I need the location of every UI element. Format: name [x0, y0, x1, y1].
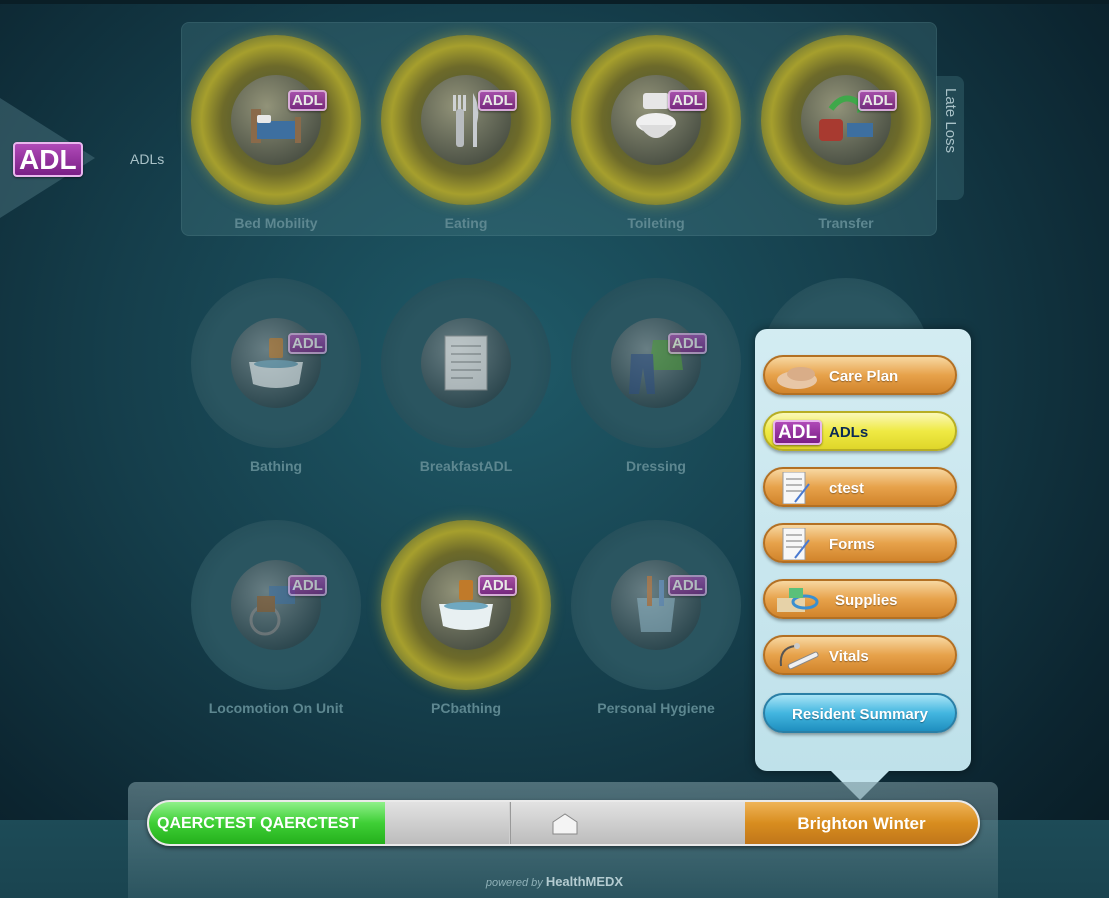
top-edge	[0, 0, 1109, 4]
thermometer-icon	[779, 643, 819, 670]
resident-name-button[interactable]: QAERCTEST QAERCTEST	[149, 802, 385, 844]
menu-supplies-button[interactable]: Supplies	[763, 579, 957, 619]
tile-label: Dressing	[626, 458, 686, 474]
menu-adls-button[interactable]: ADL ADLs	[763, 411, 957, 451]
form-icon	[782, 472, 810, 504]
tile-label: Toileting	[627, 215, 685, 231]
hands-icon	[777, 367, 817, 389]
tile-label: Bathing	[249, 458, 303, 474]
unit-name: Brighton Winter	[797, 814, 926, 833]
brand-logo-text: HealthMEDX	[545, 874, 624, 889]
supplies-icon	[777, 588, 819, 612]
tile-personal-hygiene[interactable]: ADL Personal Hygiene	[571, 520, 741, 720]
tile-transfer[interactable]: ADL Transfer	[761, 35, 931, 235]
tile-locomotion-on-unit[interactable]: ADL Locomotion On Unit	[191, 520, 361, 720]
tile-adl-badge: ADL	[478, 575, 517, 596]
home-button[interactable]	[510, 802, 618, 844]
resident-summary-button[interactable]: Resident Summary	[763, 693, 957, 733]
tile-adl-badge: ADL	[288, 333, 327, 354]
tile-adl-badge: ADL	[478, 90, 517, 111]
resident-name: QAERCTEST QAERCTEST	[157, 815, 359, 832]
home-icon	[552, 813, 578, 835]
powered-by-footer: powered by HealthMEDX	[0, 874, 1109, 889]
form-icon	[444, 335, 488, 391]
tile-adl-badge: ADL	[288, 575, 327, 596]
tile-adl-badge: ADL	[288, 90, 327, 111]
powered-by-text: powered by	[485, 877, 543, 889]
tile-label: Eating	[444, 215, 488, 231]
tile-eating[interactable]: ADL Eating	[381, 35, 551, 235]
section-label: ADLs	[130, 151, 165, 167]
tile-adl-badge: ADL	[668, 90, 707, 111]
menu-item-label: Vitals	[829, 648, 869, 665]
tile-bed-mobility[interactable]: ADL Bed Mobility	[191, 35, 361, 235]
menu-item-label: Care Plan	[829, 368, 899, 385]
tile-label: Transfer	[818, 215, 874, 231]
tile-pcbathing[interactable]: ADL PCbathing	[381, 520, 551, 720]
tile-adl-badge: ADL	[668, 575, 707, 596]
tile-adl-badge: ADL	[668, 333, 707, 354]
tile-label: Locomotion On Unit	[208, 700, 344, 716]
late-loss-title: Late Loss	[942, 88, 959, 154]
menu-care-plan-button[interactable]: Care Plan	[763, 355, 957, 395]
tile-toileting[interactable]: ADL Toileting	[571, 35, 741, 235]
tile-adl-badge: ADL	[858, 90, 897, 111]
status-bar-segment	[385, 802, 509, 844]
menu-item-label: Supplies	[835, 592, 898, 609]
tile-label: PCbathing	[431, 700, 501, 716]
adl-badge-icon: ADL	[773, 420, 823, 445]
tile-dressing[interactable]: ADL Dressing	[571, 278, 741, 478]
menu-item-label: Forms	[829, 536, 875, 553]
menu-forms-button[interactable]: Forms	[763, 523, 957, 563]
menu-item-label: ADLs	[829, 424, 869, 441]
status-bar: QAERCTEST QAERCTEST Brighton Winter	[147, 800, 980, 846]
tile-bathing[interactable]: ADL Bathing	[191, 278, 361, 478]
tile-label: BreakfastADL	[419, 458, 513, 474]
tile-label: Personal Hygiene	[597, 700, 715, 716]
form-icon	[782, 528, 810, 560]
adl-section-badge: ADL	[13, 142, 83, 177]
tile-label: Bed Mobility	[234, 215, 318, 231]
unit-name-button[interactable]: Brighton Winter	[745, 802, 978, 844]
menu-item-label: Resident Summary	[792, 706, 928, 723]
menu-vitals-button[interactable]: Vitals	[763, 635, 957, 675]
tile-breakfastadl[interactable]: BreakfastADL	[381, 278, 551, 478]
navigation-popup-menu: Care Plan ADL ADLs ctest Forms Supplies …	[755, 329, 971, 771]
menu-ctest-button[interactable]: ctest	[763, 467, 957, 507]
status-bar-segment	[617, 802, 745, 844]
menu-item-label: ctest	[829, 480, 865, 497]
